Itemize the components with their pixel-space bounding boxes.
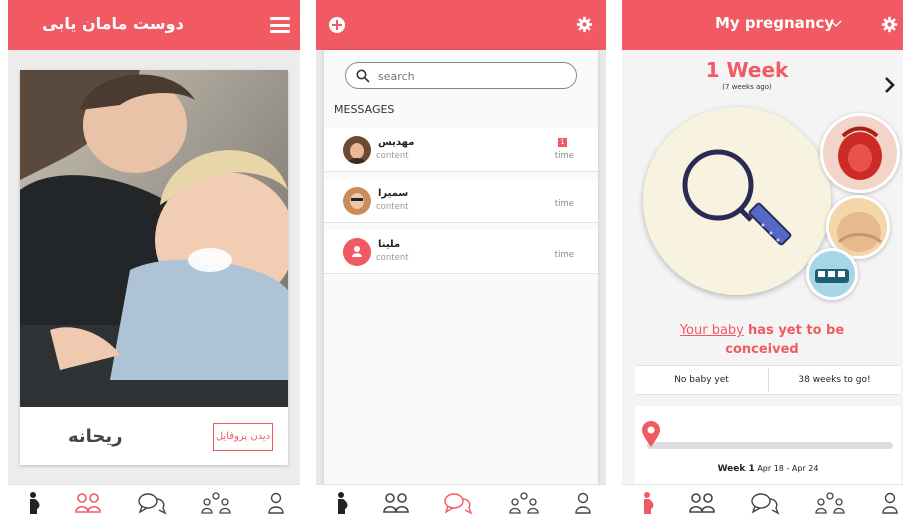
message-row[interactable]: ملینا content time <box>324 230 598 274</box>
message-time: time <box>554 151 574 161</box>
pregnant-icon[interactable] <box>20 491 50 515</box>
magnifier-icon <box>682 149 792 246</box>
page-title[interactable]: My pregnancy <box>715 14 834 32</box>
profile-icon[interactable] <box>875 491 903 515</box>
week-label: 1 Week <box>705 58 789 82</box>
avatar <box>343 238 371 266</box>
location-pin-icon[interactable] <box>640 420 662 448</box>
avatar <box>343 136 371 164</box>
timeline-dates: Apr 18 - Apr 24 <box>757 464 819 473</box>
chat-icon[interactable] <box>443 491 473 515</box>
view-profile-button[interactable]: دیدن پروفایل <box>213 423 273 451</box>
top-bar: دوست مامان یابی <box>8 0 300 50</box>
message-preview: content <box>376 253 409 263</box>
group-icon[interactable] <box>815 491 845 515</box>
friends-icon[interactable] <box>73 491 103 515</box>
week-range: Week 1 Apr 18 - Apr 24 <box>635 464 901 474</box>
friends-icon[interactable] <box>381 491 411 515</box>
week-timeline: Week 1 Apr 18 - Apr 24 <box>635 406 901 484</box>
search-input[interactable] <box>378 66 568 86</box>
top-bar: My pregnancy <box>622 0 903 50</box>
profile-icon[interactable] <box>261 491 291 515</box>
profile-card[interactable]: ریحانه دیدن پروفایل <box>20 70 288 465</box>
chat-icon[interactable] <box>750 491 780 515</box>
baby-status-text: has yet to be conceived <box>725 323 845 357</box>
pregnant-icon[interactable] <box>328 491 358 515</box>
tab-bar <box>622 484 903 520</box>
profile-photo <box>20 70 288 407</box>
chevron-right-icon[interactable] <box>884 76 896 94</box>
profile-name: ریحانه <box>68 426 123 447</box>
profile-icon[interactable] <box>568 491 598 515</box>
search-icon <box>356 69 370 83</box>
group-icon[interactable] <box>201 491 231 515</box>
baby-status: Your baby has yet to be conceived <box>662 321 862 359</box>
avatar <box>343 187 371 215</box>
chevron-down-icon[interactable] <box>830 18 842 28</box>
group-icon[interactable] <box>509 491 539 515</box>
message-sender: مهدیس <box>378 137 415 148</box>
message-row[interactable]: مهدیس content 1 time <box>324 128 598 172</box>
plus-circle-icon[interactable] <box>329 17 345 33</box>
message-row[interactable]: سمیرا content time <box>324 179 598 223</box>
default-avatar-icon <box>343 238 371 266</box>
page-title: دوست مامان یابی <box>42 14 184 33</box>
baby-gear-image[interactable] <box>806 248 858 300</box>
pregnant-icon[interactable] <box>634 491 664 515</box>
pregnancy-screen: My pregnancy 1 Week (7 weeks ago) Your b… <box>622 0 903 520</box>
message-sender: سمیرا <box>378 188 409 199</box>
messages-screen: MESSAGES مهدیس content 1 time سمیرا cont… <box>316 0 606 520</box>
message-preview: content <box>376 151 409 161</box>
gear-icon[interactable] <box>576 16 593 33</box>
timeline-week: Week 1 <box>717 464 755 474</box>
message-sender: ملینا <box>378 239 401 250</box>
top-bar <box>316 0 606 50</box>
weeks-ago: (7 weeks ago) <box>722 83 772 91</box>
tab-bar <box>316 484 606 520</box>
find-friends-screen: دوست مامان یابی ریحانه دیدن پروفایل <box>8 0 300 520</box>
baby-stat: No baby yet <box>674 375 729 385</box>
messages-panel: MESSAGES مهدیس content 1 time سمیرا cont… <box>324 50 598 484</box>
weeks-remaining: 38 weeks to go! <box>798 375 871 385</box>
stats-row: No baby yet 38 weeks to go! <box>635 365 901 395</box>
message-preview: content <box>376 202 409 212</box>
chat-icon[interactable] <box>137 491 167 515</box>
uterus-image[interactable] <box>820 113 900 193</box>
message-time: time <box>554 199 574 209</box>
section-title: MESSAGES <box>334 103 395 116</box>
message-time: time <box>554 250 574 260</box>
tab-bar <box>8 484 300 520</box>
baby-size-illustration <box>643 107 831 295</box>
unread-badge: 1 <box>558 138 567 147</box>
hamburger-icon[interactable] <box>270 17 290 33</box>
friends-icon[interactable] <box>687 491 717 515</box>
search-box[interactable] <box>345 62 577 89</box>
baby-status-link[interactable]: Your baby <box>680 323 744 338</box>
gear-icon[interactable] <box>881 16 898 33</box>
timeline-track[interactable] <box>647 442 893 449</box>
